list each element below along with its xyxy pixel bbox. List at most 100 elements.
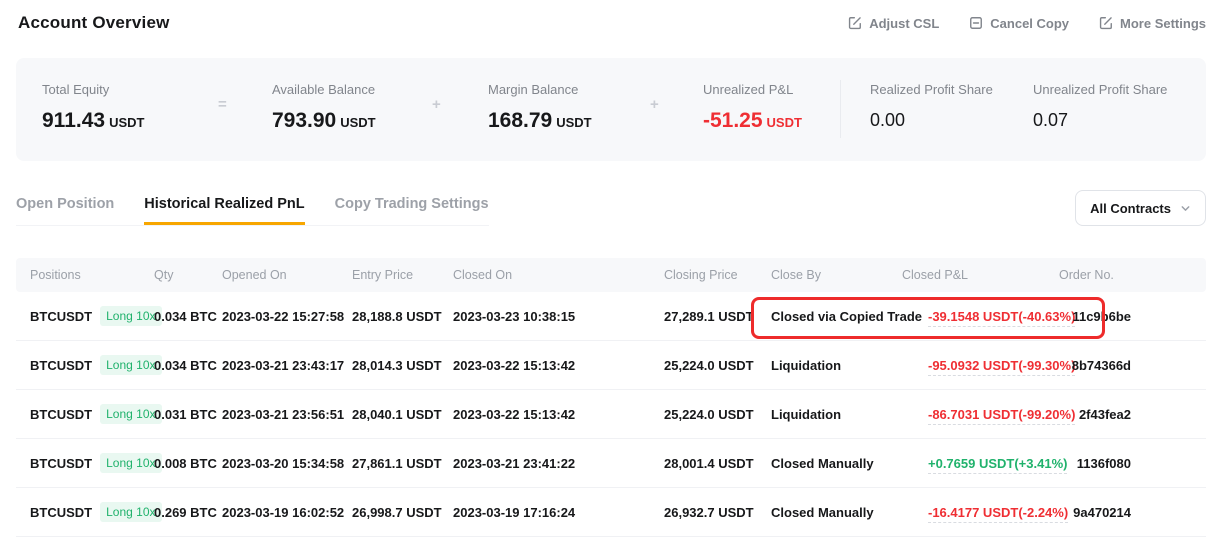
cell-qty: 0.008 BTC [154, 456, 222, 471]
cell-close-by: Closed Manually [771, 505, 928, 520]
cell-close-by: Liquidation [771, 358, 928, 373]
closed-pnl-value[interactable]: -95.0932 USDT(-99.30%) [928, 358, 1075, 376]
side-leverage-badge: Long 10x [100, 306, 161, 326]
table-row: BTCUSDT Long 10x 0.008 BTC 2023-03-20 15… [16, 439, 1206, 488]
cell-positions: BTCUSDT Long 10x [30, 306, 154, 326]
cancel-copy-button[interactable]: Cancel Copy [969, 16, 1069, 31]
table-row: BTCUSDT Long 10x 0.269 BTC 2023-03-19 16… [16, 488, 1206, 537]
metric-realized-profit-share: Realized Profit Share 0.00 [870, 82, 993, 131]
header-cell-order-no: Order No. [1059, 268, 1209, 282]
header-cell-closed-on: Closed On [453, 268, 664, 282]
action-bar: Adjust CSL Cancel Copy M [848, 16, 1206, 31]
minus-square-icon [969, 16, 983, 30]
cell-positions: BTCUSDT Long 10x [30, 502, 154, 522]
cell-order-no: 9a470214 [1059, 505, 1206, 520]
cell-closed-pnl: -39.1548 USDT(-40.63%) [928, 309, 1059, 324]
cell-closing-price: 28,001.4 USDT [664, 456, 771, 471]
cell-closed-pnl: -95.0932 USDT(-99.30%) [928, 358, 1059, 373]
metric-value: 0.00 [870, 110, 993, 131]
header-cell-closed-pnl: Closed P&L [902, 268, 1059, 282]
all-contracts-dropdown[interactable]: All Contracts [1075, 190, 1206, 226]
pair-label: BTCUSDT [30, 309, 92, 324]
side-leverage-badge: Long 10x [100, 453, 161, 473]
cell-opened-on: 2023-03-21 23:43:17 [222, 358, 352, 373]
cell-closed-on: 2023-03-22 15:13:42 [453, 358, 664, 373]
tab-historical-realized-pnl[interactable]: Historical Realized PnL [144, 196, 304, 225]
header-cell-closing-price: Closing Price [664, 268, 771, 282]
metric-value: 0.07 [1033, 110, 1167, 131]
unit-label: USDT [340, 115, 375, 130]
cell-closing-price: 25,224.0 USDT [664, 407, 771, 422]
metric-label: Total Equity [42, 82, 144, 97]
header-cell-qty: Qty [154, 268, 222, 282]
cell-closed-on: 2023-03-21 23:41:22 [453, 456, 664, 471]
cell-closing-price: 26,932.7 USDT [664, 505, 771, 520]
metric-label: Unrealized Profit Share [1033, 82, 1167, 97]
cell-opened-on: 2023-03-22 15:27:58 [222, 309, 352, 324]
cell-closed-pnl: -16.4177 USDT(-2.24%) [928, 505, 1059, 520]
more-settings-button[interactable]: More Settings [1099, 16, 1206, 31]
metric-margin-balance: Margin Balance 168.79USDT [488, 82, 592, 133]
metric-value: 911.43USDT [42, 109, 144, 133]
side-leverage-badge: Long 10x [100, 355, 161, 375]
unit-label: USDT [109, 115, 144, 130]
cell-qty: 0.034 BTC [154, 358, 222, 373]
metric-total-equity: Total Equity 911.43USDT [42, 82, 144, 133]
cell-entry-price: 28,040.1 USDT [352, 407, 453, 422]
unit-label: USDT [767, 115, 802, 130]
cell-entry-price: 28,014.3 USDT [352, 358, 453, 373]
metric-value: -51.25USDT [703, 109, 802, 133]
cell-opened-on: 2023-03-19 16:02:52 [222, 505, 352, 520]
cell-entry-price: 28,188.8 USDT [352, 309, 453, 324]
metric-label: Realized Profit Share [870, 82, 993, 97]
header-cell-positions: Positions [30, 268, 154, 282]
cell-opened-on: 2023-03-20 15:34:58 [222, 456, 352, 471]
cell-opened-on: 2023-03-21 23:56:51 [222, 407, 352, 422]
summary-panel: Total Equity 911.43USDT = Available Bala… [16, 58, 1206, 161]
pair-label: BTCUSDT [30, 407, 92, 422]
more-settings-label: More Settings [1120, 16, 1206, 31]
metric-unrealized-pnl: Unrealized P&L -51.25USDT [703, 82, 802, 133]
cell-close-by: Closed via Copied Trade [771, 309, 928, 324]
side-leverage-badge: Long 10x [100, 502, 161, 522]
equals-operator: = [218, 96, 227, 113]
pair-label: BTCUSDT [30, 358, 92, 373]
metric-label: Available Balance [272, 82, 376, 97]
metric-value: 793.90USDT [272, 109, 376, 133]
positions-table: Positions Qty Opened On Entry Price Clos… [16, 258, 1206, 537]
adjust-csl-button[interactable]: Adjust CSL [848, 16, 939, 31]
cell-positions: BTCUSDT Long 10x [30, 453, 154, 473]
table-row: BTCUSDT Long 10x 0.034 BTC 2023-03-21 23… [16, 341, 1206, 390]
plus-operator: + [432, 96, 441, 113]
cell-closing-price: 27,289.1 USDT [664, 309, 771, 324]
metric-value: 168.79USDT [488, 109, 592, 133]
closed-pnl-value[interactable]: -86.7031 USDT(-99.20%) [928, 407, 1075, 425]
cell-closed-on: 2023-03-19 17:16:24 [453, 505, 664, 520]
cell-qty: 0.034 BTC [154, 309, 222, 324]
cell-closed-pnl: +0.7659 USDT(+3.41%) [928, 456, 1059, 471]
account-overview-page: Account Overview Adjust CSL [0, 0, 1222, 538]
cell-order-no: 2f43fea2 [1059, 407, 1206, 422]
closed-pnl-value[interactable]: -39.1548 USDT(-40.63%) [928, 309, 1075, 327]
closed-pnl-value[interactable]: -16.4177 USDT(-2.24%) [928, 505, 1068, 523]
cell-qty: 0.031 BTC [154, 407, 222, 422]
cell-closing-price: 25,224.0 USDT [664, 358, 771, 373]
topbar: Account Overview Adjust CSL [0, 0, 1222, 33]
tab-open-position[interactable]: Open Position [16, 196, 114, 225]
pair-label: BTCUSDT [30, 456, 92, 471]
cell-closed-on: 2023-03-23 10:38:15 [453, 309, 664, 324]
cell-closed-on: 2023-03-22 15:13:42 [453, 407, 664, 422]
pair-label: BTCUSDT [30, 505, 92, 520]
adjust-csl-label: Adjust CSL [869, 16, 939, 31]
closed-pnl-value[interactable]: +0.7659 USDT(+3.41%) [928, 456, 1067, 474]
metric-available-balance: Available Balance 793.90USDT [272, 82, 376, 133]
cell-order-no: 1136f080 [1059, 456, 1206, 471]
metric-unrealized-profit-share: Unrealized Profit Share 0.07 [1033, 82, 1167, 131]
tab-copy-trading-settings[interactable]: Copy Trading Settings [335, 196, 489, 225]
unit-label: USDT [556, 115, 591, 130]
cell-close-by: Closed Manually [771, 456, 928, 471]
cancel-copy-label: Cancel Copy [990, 16, 1069, 31]
header-cell-entry-price: Entry Price [352, 268, 453, 282]
table-row: BTCUSDT Long 10x 0.034 BTC 2023-03-22 15… [16, 292, 1206, 341]
tab-bar: Open Position Historical Realized PnL Co… [16, 196, 489, 226]
